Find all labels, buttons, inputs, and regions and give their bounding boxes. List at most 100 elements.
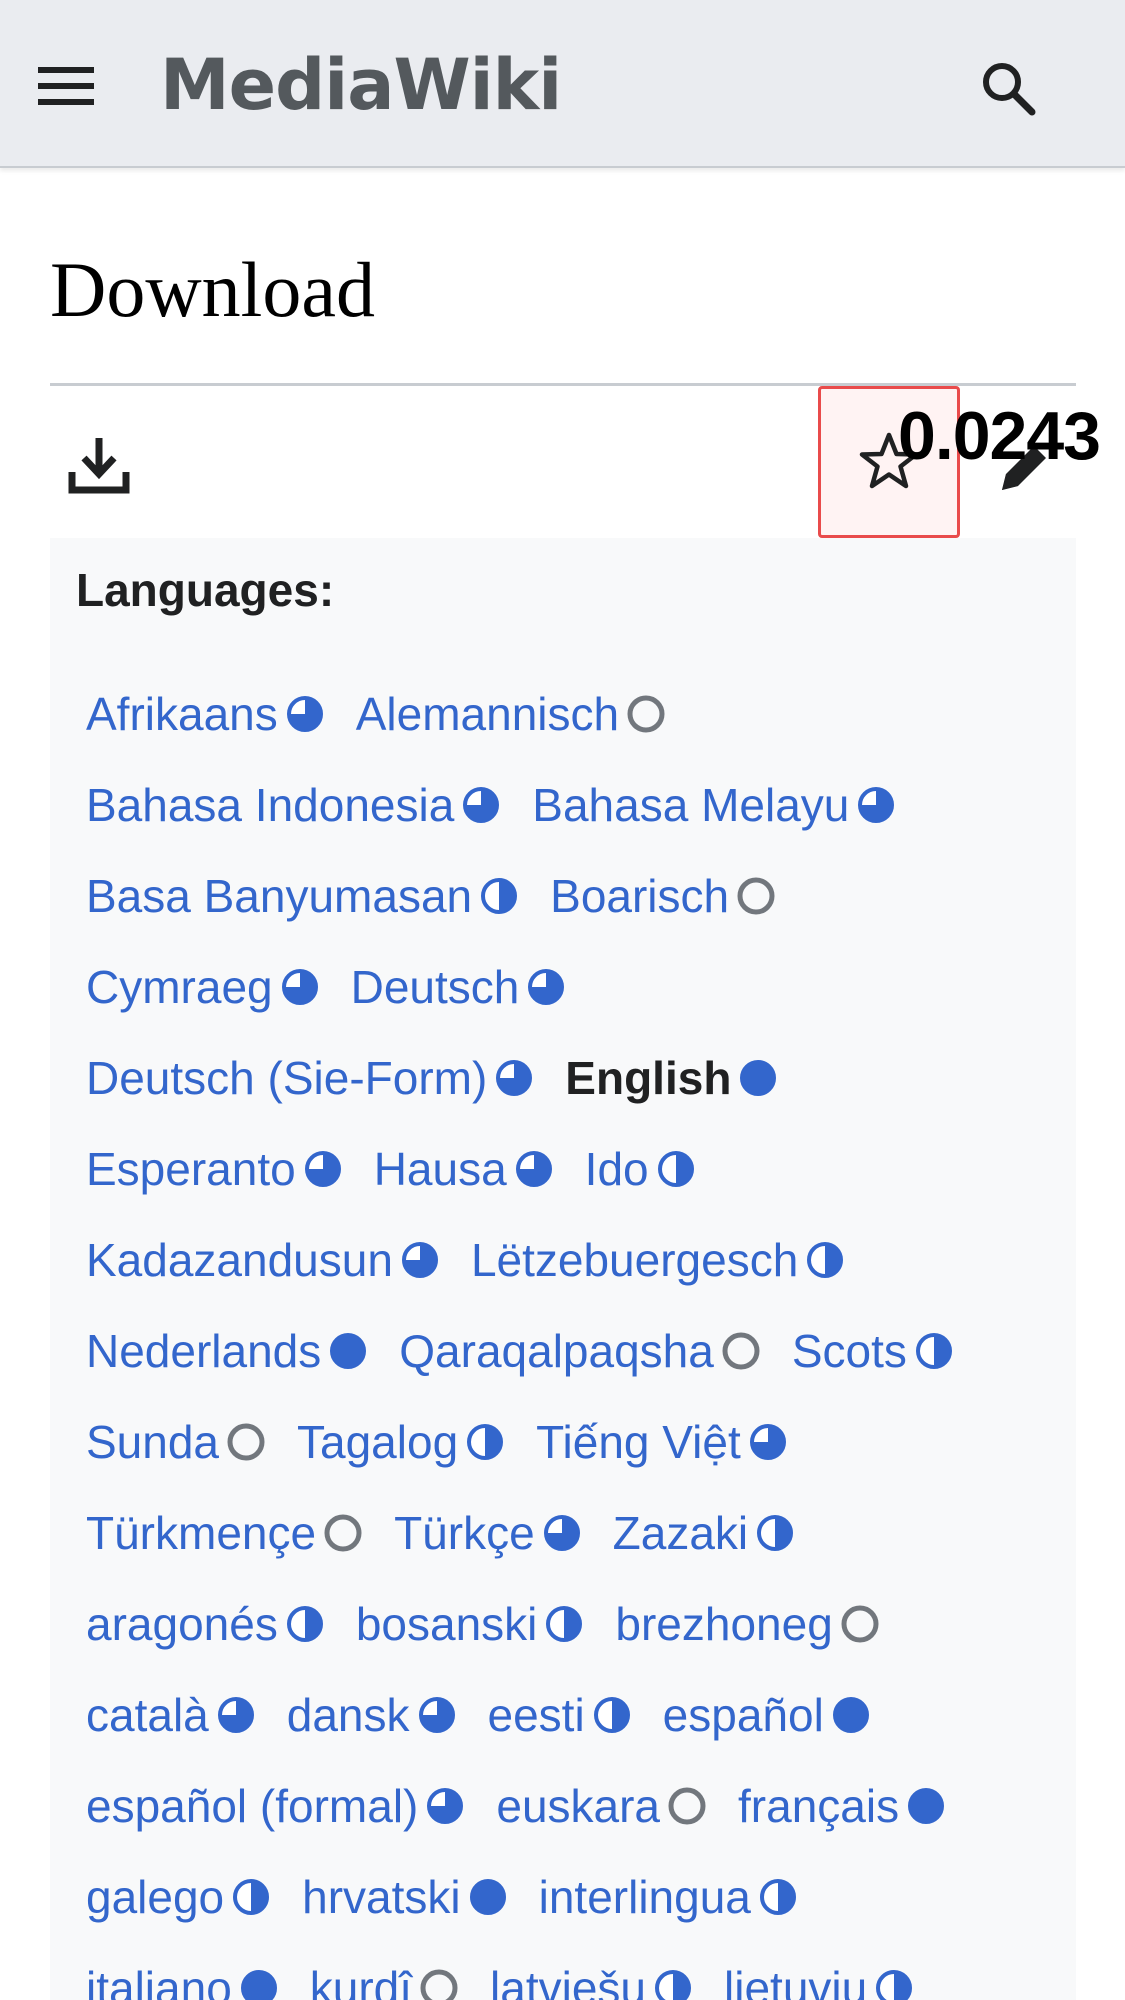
language-item: brezhoneg [615, 1596, 880, 1652]
language-link[interactable]: interlingua [539, 1869, 751, 1925]
language-link[interactable]: Deutsch [351, 959, 520, 1015]
translation-status-icon [469, 1878, 506, 1915]
language-link[interactable]: català [86, 1687, 209, 1743]
languages-row: Esperanto Hausa Ido [86, 1123, 1076, 1214]
search-button[interactable] [968, 48, 1048, 128]
language-link[interactable]: Nederlands [86, 1323, 321, 1379]
language-link[interactable]: Esperanto [86, 1141, 296, 1197]
translation-status-icon [915, 1332, 952, 1369]
translation-status-icon [543, 1514, 580, 1551]
language-item: Bahasa Indonesia [86, 777, 502, 833]
translation-status-icon [227, 1423, 265, 1460]
translation-status-icon [841, 1605, 879, 1642]
translation-status-icon [515, 1150, 552, 1187]
language-item: español (formal) [86, 1778, 466, 1834]
languages-row: Bahasa Indonesia Bahasa Melayu [86, 759, 1076, 850]
translation-status-icon [481, 877, 518, 914]
language-link[interactable]: eesti [488, 1687, 585, 1743]
current-language: English [565, 1051, 732, 1104]
translation-status-icon [668, 1787, 706, 1824]
translation-status-icon [807, 1241, 844, 1278]
language-link[interactable]: Tagalog [297, 1414, 458, 1470]
language-item: Nederlands [86, 1323, 369, 1379]
language-link[interactable]: galego [86, 1869, 224, 1925]
language-item: eesti [488, 1687, 633, 1743]
language-link[interactable]: español [663, 1687, 824, 1743]
translation-status-icon [240, 1969, 277, 2000]
language-link[interactable]: Hausa [374, 1141, 507, 1197]
language-item: dansk [287, 1687, 458, 1743]
language-link[interactable]: Lëtzebuergesch [471, 1232, 798, 1288]
top-header: MediaWiki [0, 0, 1125, 168]
language-link[interactable]: aragonés [86, 1596, 278, 1652]
language-link[interactable]: Tiếng Việt [536, 1414, 741, 1470]
language-link[interactable]: Afrikaans [86, 686, 278, 742]
languages-row: Afrikaans Alemannisch [86, 668, 1076, 759]
language-link[interactable]: Basa Banyumasan [86, 868, 472, 924]
language-item: Tagalog [297, 1414, 506, 1470]
translation-status-icon [593, 1696, 630, 1733]
language-link[interactable]: italiano [86, 1960, 232, 2000]
language-item: Deutsch (Sie-Form) [86, 1050, 535, 1106]
language-link[interactable]: Türkçe [394, 1505, 535, 1561]
language-item: Afrikaans [86, 686, 326, 742]
translation-status-icon [496, 1059, 533, 1096]
language-item: galego [86, 1869, 272, 1925]
translation-status-icon [286, 695, 323, 732]
language-item: hrvatski [302, 1869, 508, 1925]
languages-row: galego hrvatski interlingua [86, 1851, 1076, 1942]
site-title[interactable]: MediaWiki [160, 40, 562, 130]
language-item: lietuvių [724, 1960, 915, 2000]
hamburger-menu-icon [38, 67, 94, 105]
language-link[interactable]: euskara [496, 1778, 660, 1834]
language-link[interactable]: Zazaki [613, 1505, 748, 1561]
language-link[interactable]: Boarisch [550, 868, 729, 924]
language-link[interactable]: Alemannisch [356, 686, 619, 742]
language-link[interactable]: Kadazandusun [86, 1232, 393, 1288]
language-item: Deutsch [351, 959, 568, 1015]
translation-status-icon [463, 786, 500, 823]
main-menu-button[interactable] [36, 46, 124, 126]
language-item: español [663, 1687, 872, 1743]
languages-box: Languages: Afrikaans Alemannisch Bahasa In… [50, 538, 1076, 2000]
language-item: italiano [86, 1960, 280, 2000]
translation-status-icon [722, 1332, 760, 1369]
download-button[interactable] [66, 432, 132, 498]
language-item: Bahasa Melayu [532, 777, 897, 833]
language-item: kurdî [310, 1960, 460, 2000]
translation-status-icon [467, 1423, 504, 1460]
language-item: Alemannisch [356, 686, 667, 742]
language-link[interactable]: dansk [287, 1687, 410, 1743]
language-link[interactable]: brezhoneg [615, 1596, 832, 1652]
language-link[interactable]: Qaraqalpaqsha [399, 1323, 714, 1379]
language-link[interactable]: latviešu [490, 1960, 646, 2000]
languages-row: español (formal) euskara français [86, 1760, 1076, 1851]
page-actions-bar: 0.0243 [50, 386, 1101, 538]
language-item: bosanski [356, 1596, 586, 1652]
language-link[interactable]: Bahasa Melayu [532, 777, 849, 833]
language-link[interactable]: bosanski [356, 1596, 538, 1652]
translation-status-icon [324, 1514, 362, 1551]
language-link[interactable]: français [738, 1778, 899, 1834]
download-icon [68, 438, 130, 494]
language-link[interactable]: Cymraeg [86, 959, 273, 1015]
language-link[interactable]: lietuvių [724, 1960, 867, 2000]
languages-row: Nederlands Qaraqalpaqsha Scots [86, 1305, 1076, 1396]
language-link[interactable]: hrvatski [302, 1869, 460, 1925]
translation-status-icon [420, 1969, 458, 2000]
translation-status-icon [401, 1241, 438, 1278]
language-item: Zazaki [613, 1505, 796, 1561]
language-link[interactable]: Deutsch (Sie-Form) [86, 1050, 487, 1106]
language-link[interactable]: Türkmençe [86, 1505, 316, 1561]
language-link[interactable]: kurdî [310, 1960, 412, 2000]
language-link[interactable]: Ido [585, 1141, 649, 1197]
translation-status-icon [759, 1878, 796, 1915]
languages-row: Deutsch (Sie-Form) English [86, 1032, 1076, 1123]
languages-row: Sunda Tagalog Tiếng Việt [86, 1396, 1076, 1487]
language-link[interactable]: Scots [792, 1323, 907, 1379]
translation-status-icon [832, 1696, 869, 1733]
language-link[interactable]: español (formal) [86, 1778, 418, 1834]
language-link[interactable]: Sunda [86, 1414, 219, 1470]
translation-status-icon [418, 1696, 455, 1733]
language-link[interactable]: Bahasa Indonesia [86, 777, 454, 833]
